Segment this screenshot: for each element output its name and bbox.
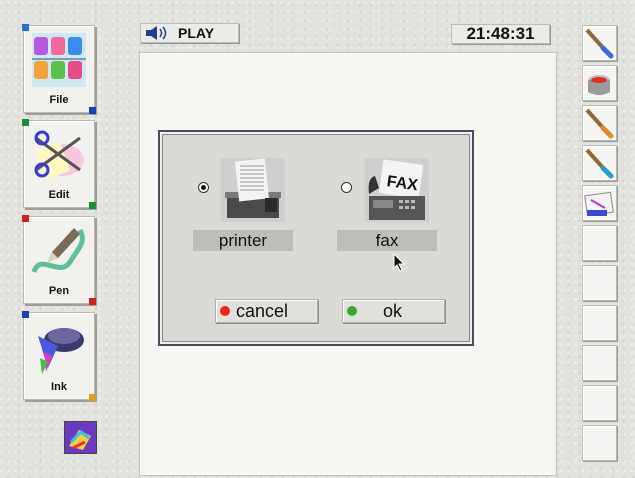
pattern-icon (69, 430, 91, 450)
corner-marker (22, 311, 29, 318)
clock-time: 21:48:31 (466, 24, 535, 43)
cancel-label: cancel (236, 300, 289, 321)
fax-label[interactable]: fax (337, 230, 437, 251)
corner-marker (89, 107, 96, 114)
empty-slot[interactable] (582, 265, 617, 301)
ink-icon (38, 328, 84, 374)
fax-radio[interactable] (341, 182, 352, 193)
ink-tool-label: Ink (51, 381, 67, 393)
clock-display: 21:48:31 (451, 24, 550, 44)
sketchpad-icon (584, 191, 614, 217)
speaker-icon (146, 26, 167, 40)
play-label: PLAY (178, 25, 215, 41)
play-button[interactable]: PLAY (140, 23, 239, 43)
paintbrush-icon (585, 28, 614, 59)
printer-icon[interactable] (221, 158, 285, 222)
tools-mini-icon[interactable] (64, 421, 97, 454)
output-dialog: printer FAX fax cancel ok (158, 130, 474, 346)
corner-marker (22, 24, 29, 31)
edit-tool[interactable]: Edit (22, 119, 96, 209)
paint-bucket-icon (588, 75, 610, 95)
corner-marker (89, 202, 96, 209)
mouse-cursor-icon (393, 253, 406, 272)
red-dot-icon (220, 306, 230, 316)
sketchpad-slot[interactable] (582, 185, 617, 221)
brush-slot-3[interactable] (582, 145, 617, 181)
ok-button[interactable]: ok (342, 299, 445, 323)
brush-slot-2[interactable] (582, 105, 617, 141)
pen-icon (31, 228, 85, 274)
corner-marker (22, 215, 29, 222)
paintbrush-icon (585, 148, 614, 179)
ok-label: ok (383, 300, 403, 321)
printer-radio[interactable] (198, 182, 209, 193)
paint-bucket-slot[interactable] (582, 65, 617, 101)
edit-tool-label: Edit (48, 189, 70, 201)
brush-slot-1[interactable] (582, 25, 617, 61)
fax-icon[interactable]: FAX (365, 158, 429, 222)
printer-label[interactable]: printer (193, 230, 293, 251)
edit-icon (34, 130, 84, 180)
corner-marker (22, 119, 29, 126)
pen-tool[interactable]: Pen (22, 215, 96, 305)
ink-tool[interactable]: Ink (22, 311, 96, 401)
empty-slot[interactable] (582, 385, 617, 421)
paintbrush-icon (585, 108, 614, 139)
empty-slot[interactable] (582, 225, 617, 261)
corner-marker (89, 298, 96, 305)
green-dot-icon (347, 306, 357, 316)
file-tool-label: File (49, 94, 69, 106)
empty-slot[interactable] (582, 345, 617, 381)
empty-slot[interactable] (582, 425, 617, 461)
corner-marker (89, 394, 96, 401)
file-tool[interactable]: File (22, 24, 96, 114)
pen-tool-label: Pen (48, 285, 70, 297)
cancel-button[interactable]: cancel (215, 299, 318, 323)
file-icon (32, 33, 86, 87)
empty-slot[interactable] (582, 305, 617, 341)
